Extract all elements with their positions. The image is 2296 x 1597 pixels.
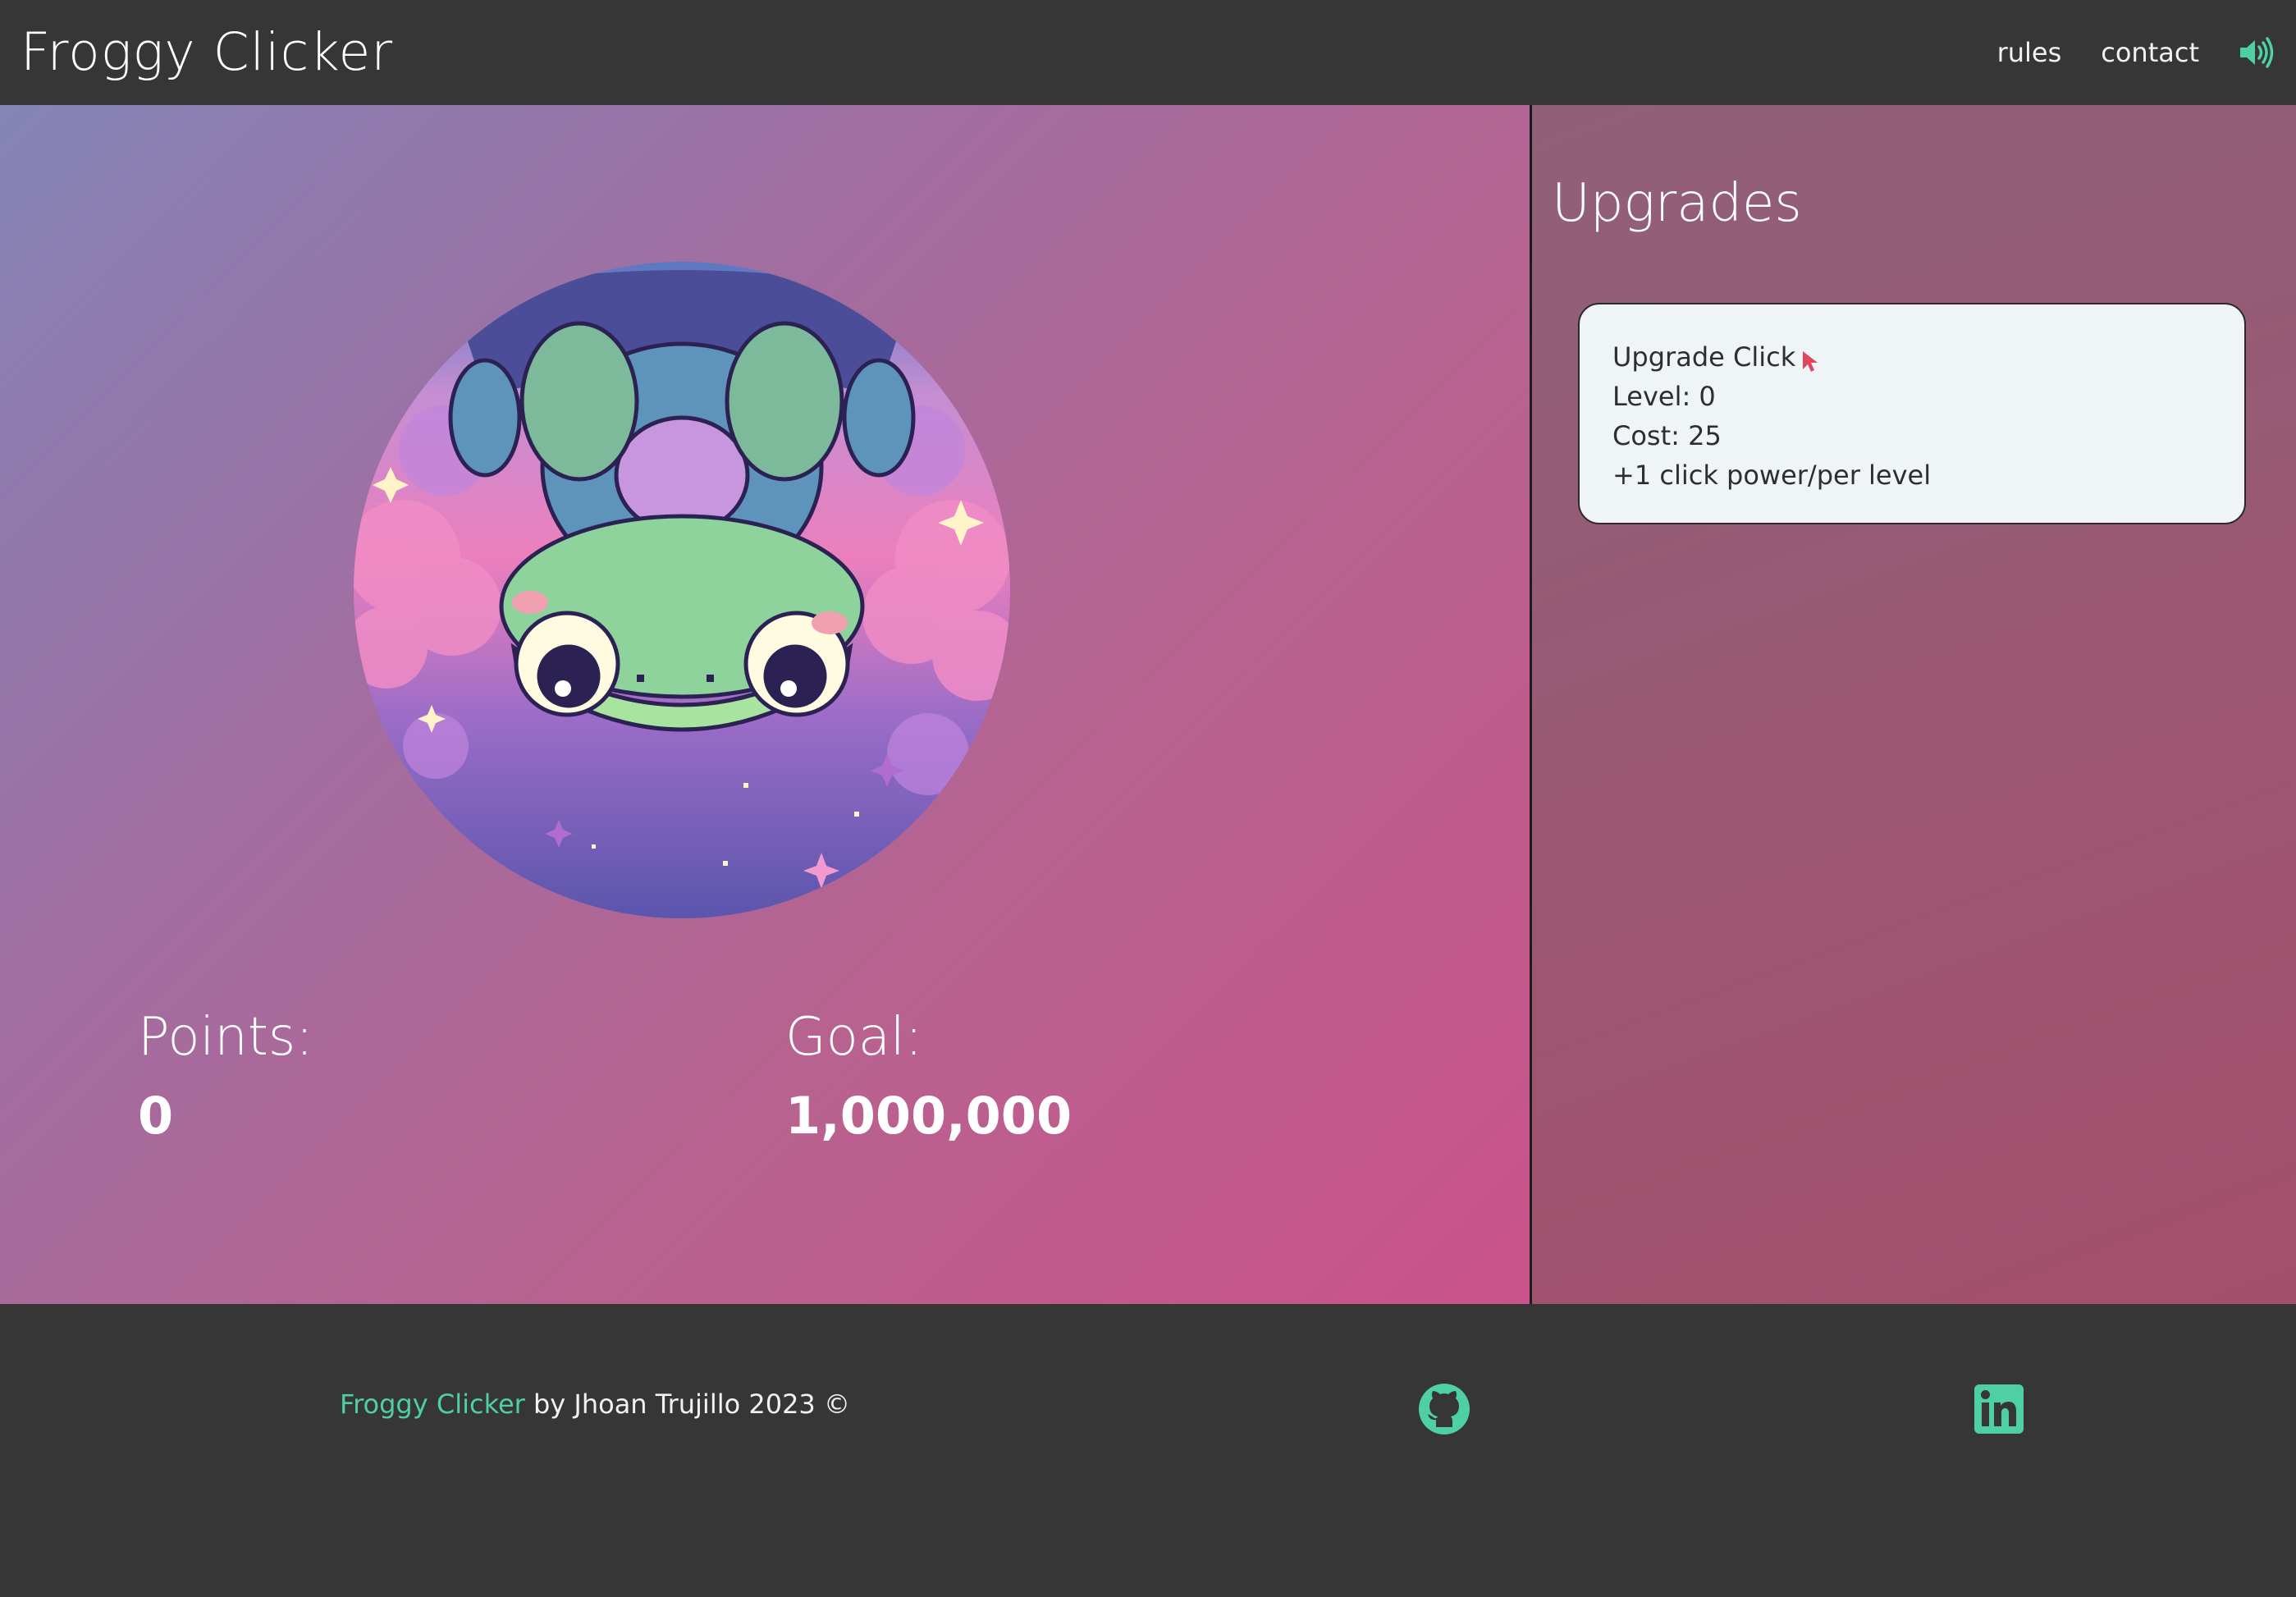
- footer-credit-text: by Jhoan Trujillo 2023 ©: [524, 1389, 850, 1420]
- upgrade-click-card[interactable]: Upgrade Click Level: 0 Cost: 25 +1 click…: [1578, 303, 2246, 524]
- linkedin-icon[interactable]: [1974, 1384, 2024, 1434]
- upgrade-name: Upgrade Click: [1612, 341, 1796, 373]
- footer-credit: Froggy Clicker by Jhoan Trujillo 2023 ©: [340, 1381, 850, 1427]
- frog-clicker-button[interactable]: [354, 262, 1010, 918]
- goal-value: 1,000,000: [785, 1086, 1073, 1146]
- upgrades-title: Upgrades: [1552, 173, 1802, 234]
- upgrades-panel: Upgrades Upgrade Click Level: 0 Cost: 25…: [1532, 105, 2296, 1304]
- nav-links: rules contact: [1997, 31, 2275, 74]
- contact-link[interactable]: contact: [2101, 31, 2199, 74]
- upgrade-name-row: Upgrade Click: [1612, 337, 2211, 377]
- frog-image: [354, 262, 1010, 918]
- app-title[interactable]: Froggy Clicker: [21, 20, 393, 85]
- upgrade-cost: Cost: 25: [1612, 420, 1722, 451]
- points-value: 0: [138, 1086, 174, 1146]
- top-navbar: Froggy Clicker rules contact: [0, 0, 2296, 105]
- footer-brand-link[interactable]: Froggy Clicker: [340, 1389, 525, 1420]
- game-area: Points: 0 Goal: 1,000,000: [0, 105, 1530, 1304]
- upgrade-level: Level: 0: [1612, 381, 1716, 412]
- speaker-volume-icon[interactable]: [2239, 36, 2275, 69]
- points-label: Points:: [138, 1007, 313, 1068]
- goal-label: Goal:: [785, 1007, 923, 1068]
- rules-link[interactable]: rules: [1997, 31, 2062, 74]
- cursor-icon: [1800, 345, 1820, 372]
- upgrade-effect: +1 click power/per level: [1612, 460, 1932, 491]
- github-icon[interactable]: [1418, 1383, 1470, 1435]
- footer: Froggy Clicker by Jhoan Trujillo 2023 ©: [0, 1304, 2296, 1597]
